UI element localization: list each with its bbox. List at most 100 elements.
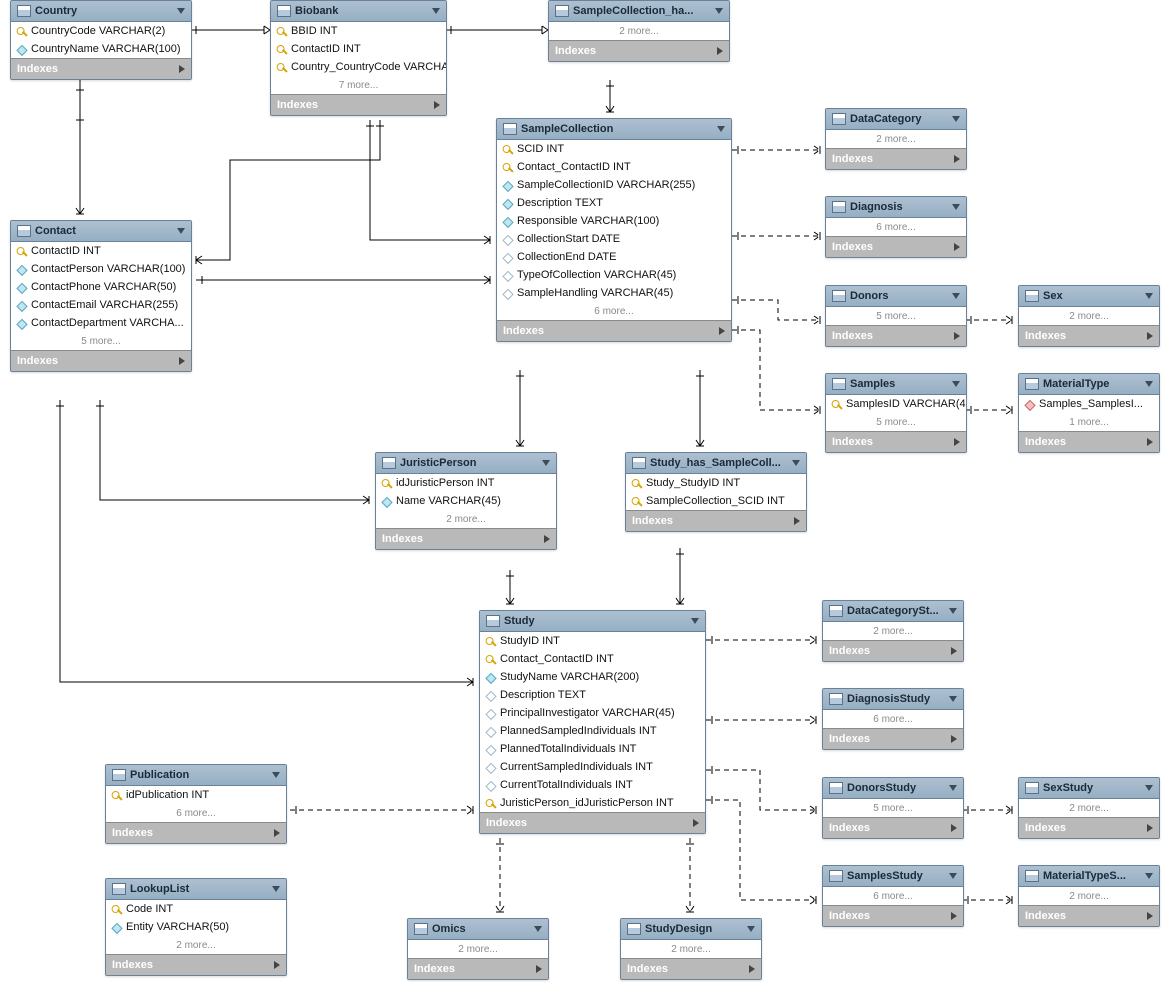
expand-icon[interactable] xyxy=(951,824,957,832)
column-row[interactable]: StudyID INT xyxy=(480,632,705,650)
indexes-section[interactable]: Indexes xyxy=(271,94,446,115)
column-row[interactable]: CurrentSampledIndividuals INT xyxy=(480,758,705,776)
entity-sexstudy[interactable]: SexStudy2 more...Indexes xyxy=(1018,777,1160,839)
more-columns[interactable]: 2 more... xyxy=(106,936,286,954)
entity-diagnosis[interactable]: Diagnosis6 more...Indexes xyxy=(825,196,967,258)
collapse-icon[interactable] xyxy=(717,126,725,132)
more-columns[interactable]: 2 more... xyxy=(823,622,963,640)
entity-study_has_sc[interactable]: Study_has_SampleColl...Study_StudyID INT… xyxy=(625,452,807,532)
expand-icon[interactable] xyxy=(179,357,185,365)
indexes-section[interactable]: Indexes xyxy=(497,320,731,341)
entity-header[interactable]: Omics xyxy=(408,919,548,940)
collapse-icon[interactable] xyxy=(792,460,800,466)
more-columns[interactable]: 6 more... xyxy=(106,804,286,822)
column-row[interactable]: TypeOfCollection VARCHAR(45) xyxy=(497,266,731,284)
collapse-icon[interactable] xyxy=(949,696,957,702)
collapse-icon[interactable] xyxy=(1145,873,1153,879)
more-columns[interactable]: 2 more... xyxy=(376,510,556,528)
collapse-icon[interactable] xyxy=(177,8,185,14)
indexes-section[interactable]: Indexes xyxy=(826,325,966,346)
collapse-icon[interactable] xyxy=(1145,293,1153,299)
collapse-icon[interactable] xyxy=(747,926,755,932)
entity-header[interactable]: Study_has_SampleColl... xyxy=(626,453,806,474)
column-row[interactable]: Country_CountryCode VARCHA... xyxy=(271,58,446,76)
more-columns[interactable]: 7 more... xyxy=(271,76,446,94)
entity-biobank[interactable]: BiobankBBID INTContactID INTCountry_Coun… xyxy=(270,0,447,116)
entity-samplecollection[interactable]: SampleCollectionSCID INTContact_ContactI… xyxy=(496,118,732,342)
indexes-section[interactable]: Indexes xyxy=(376,528,556,549)
more-columns[interactable]: 1 more... xyxy=(1019,413,1159,431)
collapse-icon[interactable] xyxy=(952,204,960,210)
expand-icon[interactable] xyxy=(954,438,960,446)
collapse-icon[interactable] xyxy=(542,460,550,466)
entity-datacategorystudy[interactable]: DataCategorySt...2 more...Indexes xyxy=(822,600,964,662)
entity-country[interactable]: CountryCountryCode VARCHAR(2)CountryName… xyxy=(10,0,192,80)
indexes-section[interactable]: Indexes xyxy=(11,58,191,79)
column-row[interactable]: StudyName VARCHAR(200) xyxy=(480,668,705,686)
indexes-section[interactable]: Indexes xyxy=(106,822,286,843)
entity-contact[interactable]: ContactContactID INTContactPerson VARCHA… xyxy=(10,220,192,372)
expand-icon[interactable] xyxy=(954,332,960,340)
entity-lookuplist[interactable]: LookupListCode INTEntity VARCHAR(50)2 mo… xyxy=(105,878,287,976)
more-columns[interactable]: 6 more... xyxy=(823,887,963,905)
column-row[interactable]: Entity VARCHAR(50) xyxy=(106,918,286,936)
indexes-section[interactable]: Indexes xyxy=(480,812,705,833)
collapse-icon[interactable] xyxy=(432,8,440,14)
entity-publication[interactable]: PublicationidPublication INT6 more...Ind… xyxy=(105,764,287,844)
entity-study[interactable]: StudyStudyID INTContact_ContactID INTStu… xyxy=(479,610,706,834)
column-row[interactable]: ContactEmail VARCHAR(255) xyxy=(11,296,191,314)
column-row[interactable]: Description TEXT xyxy=(480,686,705,704)
column-row[interactable]: CountryName VARCHAR(100) xyxy=(11,40,191,58)
expand-icon[interactable] xyxy=(1147,912,1153,920)
indexes-section[interactable]: Indexes xyxy=(823,905,963,926)
expand-icon[interactable] xyxy=(749,965,755,973)
more-columns[interactable]: 5 more... xyxy=(11,332,191,350)
collapse-icon[interactable] xyxy=(1145,785,1153,791)
entity-header[interactable]: SampleCollection xyxy=(497,119,731,140)
entity-header[interactable]: Diagnosis xyxy=(826,197,966,218)
expand-icon[interactable] xyxy=(794,517,800,525)
column-row[interactable]: PrincipalInvestigator VARCHAR(45) xyxy=(480,704,705,722)
indexes-section[interactable]: Indexes xyxy=(823,817,963,838)
collapse-icon[interactable] xyxy=(715,8,723,14)
entity-header[interactable]: Publication xyxy=(106,765,286,786)
indexes-section[interactable]: Indexes xyxy=(826,431,966,452)
entity-header[interactable]: Sex xyxy=(1019,286,1159,307)
entity-header[interactable]: Donors xyxy=(826,286,966,307)
more-columns[interactable]: 5 more... xyxy=(826,307,966,325)
indexes-section[interactable]: Indexes xyxy=(1019,325,1159,346)
more-columns[interactable]: 5 more... xyxy=(823,799,963,817)
entity-header[interactable]: JuristicPerson xyxy=(376,453,556,474)
column-row[interactable]: SamplesID VARCHAR(45) xyxy=(826,395,966,413)
entity-header[interactable]: MaterialType xyxy=(1019,374,1159,395)
entity-samples[interactable]: SamplesSamplesID VARCHAR(45)5 more...Ind… xyxy=(825,373,967,453)
column-row[interactable]: Samples_SamplesI... xyxy=(1019,395,1159,413)
column-row[interactable]: idPublication INT xyxy=(106,786,286,804)
collapse-icon[interactable] xyxy=(272,772,280,778)
indexes-section[interactable]: Indexes xyxy=(823,728,963,749)
expand-icon[interactable] xyxy=(1147,824,1153,832)
more-columns[interactable]: 6 more... xyxy=(826,218,966,236)
indexes-section[interactable]: Indexes xyxy=(826,236,966,257)
indexes-section[interactable]: Indexes xyxy=(549,40,729,61)
more-columns[interactable]: 2 more... xyxy=(621,940,761,958)
collapse-icon[interactable] xyxy=(952,116,960,122)
collapse-icon[interactable] xyxy=(691,618,699,624)
entity-donorsstudy[interactable]: DonorsStudy5 more...Indexes xyxy=(822,777,964,839)
collapse-icon[interactable] xyxy=(272,886,280,892)
column-row[interactable]: ContactDepartment VARCHA... xyxy=(11,314,191,332)
expand-icon[interactable] xyxy=(434,101,440,109)
column-row[interactable]: Code INT xyxy=(106,900,286,918)
column-row[interactable]: Contact_ContactID INT xyxy=(497,158,731,176)
column-row[interactable]: CurrentTotalIndividuals INT xyxy=(480,776,705,794)
column-row[interactable]: Name VARCHAR(45) xyxy=(376,492,556,510)
column-row[interactable]: JuristicPerson_idJuristicPerson INT xyxy=(480,794,705,812)
column-row[interactable]: Contact_ContactID INT xyxy=(480,650,705,668)
column-row[interactable]: PlannedSampledIndividuals INT xyxy=(480,722,705,740)
expand-icon[interactable] xyxy=(717,47,723,55)
more-columns[interactable]: 2 more... xyxy=(549,22,729,40)
collapse-icon[interactable] xyxy=(952,293,960,299)
column-row[interactable]: PlannedTotalIndividuals INT xyxy=(480,740,705,758)
entity-juristic[interactable]: JuristicPersonidJuristicPerson INTName V… xyxy=(375,452,557,550)
collapse-icon[interactable] xyxy=(949,873,957,879)
